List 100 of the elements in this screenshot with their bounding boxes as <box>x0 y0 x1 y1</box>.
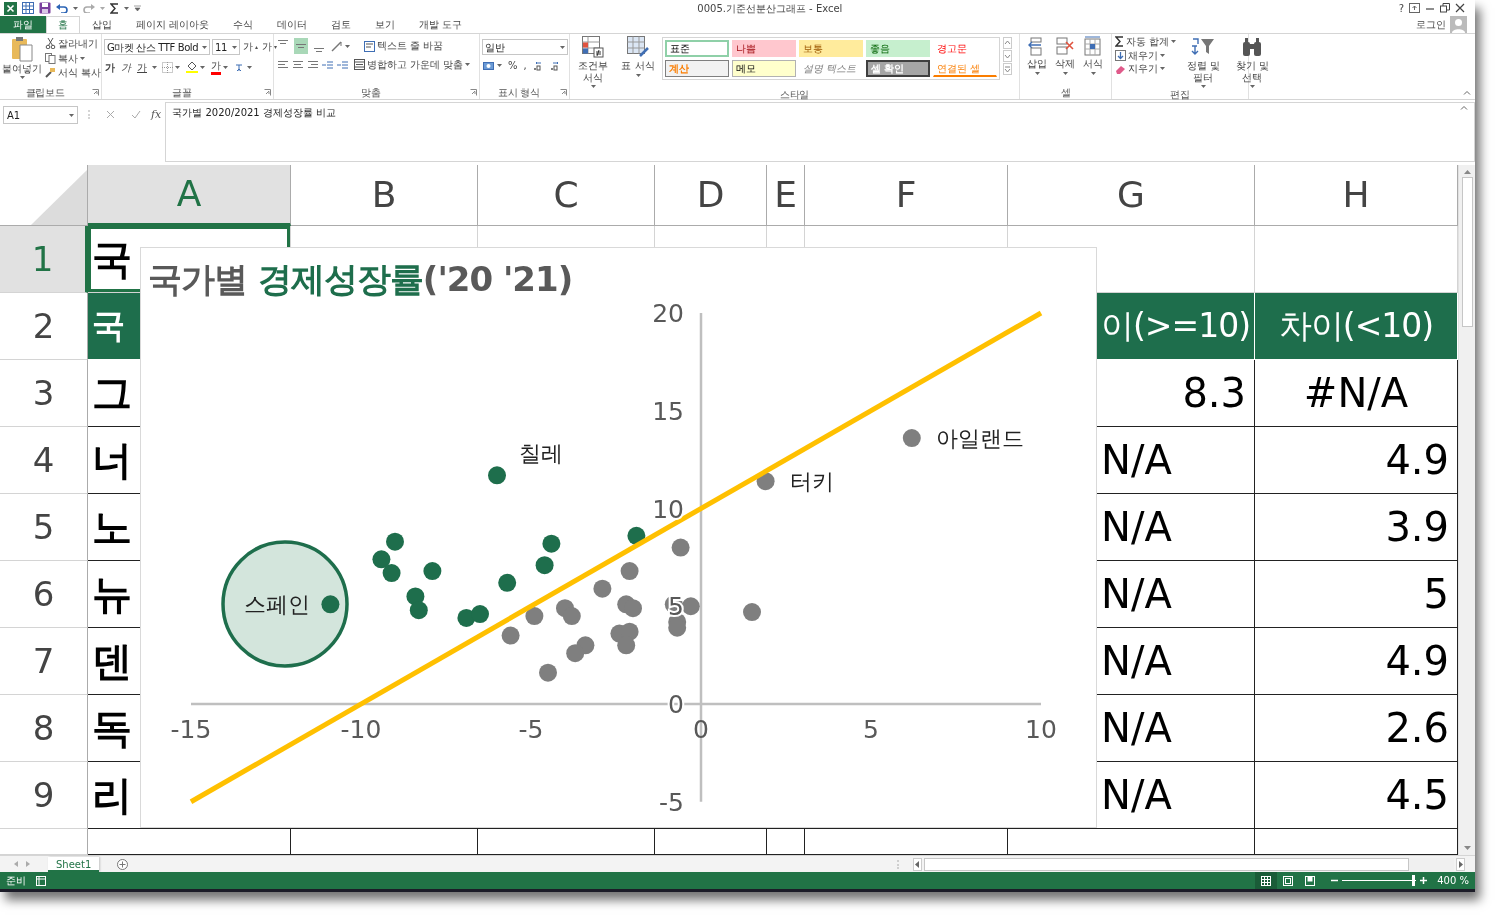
caret-icon[interactable] <box>1160 67 1165 71</box>
paste-button[interactable]: 붙여넣기 <box>2 36 42 86</box>
caret-icon[interactable] <box>1034 71 1040 75</box>
caret-icon[interactable] <box>497 64 502 68</box>
gallery-down-icon[interactable] <box>1003 50 1012 62</box>
row-header[interactable]: 9 <box>0 762 88 829</box>
editing-button[interactable]: 정렬 및 필터 <box>1180 36 1227 88</box>
caret-icon[interactable] <box>560 45 565 49</box>
caret-icon[interactable] <box>200 65 205 69</box>
macro-record-icon[interactable] <box>36 875 46 886</box>
merge-center-button[interactable]: 병합하고 가운데 맞춤 <box>353 59 472 71</box>
caret-icon[interactable] <box>590 85 596 88</box>
phonetic-button[interactable] <box>233 61 253 73</box>
caret-icon[interactable] <box>1171 40 1177 44</box>
caret-icon[interactable] <box>202 45 207 49</box>
wrap-text-button[interactable]: 텍스트 줄 바꿈 <box>363 40 445 52</box>
caret-icon[interactable] <box>223 65 228 69</box>
font-size-field[interactable]: 11 <box>212 39 240 55</box>
italic-button[interactable]: 가 <box>120 61 132 73</box>
zoom-level[interactable]: 400 % <box>1437 873 1469 888</box>
number-format-field[interactable]: 일반 <box>482 39 568 55</box>
gallery-more-icon[interactable] <box>1003 63 1012 75</box>
gallery-up-icon[interactable] <box>1003 37 1012 49</box>
scroll-up-icon[interactable] <box>1463 169 1471 175</box>
shrink-font-button[interactable]: 가 <box>261 41 278 53</box>
dialog-launcher-icon[interactable] <box>470 89 477 96</box>
comma-button[interactable]: , <box>522 60 528 72</box>
caret-icon[interactable] <box>1249 85 1255 88</box>
column-header[interactable]: D <box>655 165 767 226</box>
ribbon-tab[interactable]: 검토 <box>319 16 364 33</box>
sign-in-link[interactable]: 로그인 <box>1416 17 1446 32</box>
row-header[interactable]: 6 <box>0 561 88 628</box>
scroll-left-icon[interactable] <box>913 857 922 871</box>
row-header[interactable]: 8 <box>0 695 88 762</box>
dialog-launcher-icon[interactable] <box>264 89 271 96</box>
customize-icon[interactable] <box>134 5 141 11</box>
caret-icon[interactable] <box>232 45 237 49</box>
ribbon-tab[interactable]: 페이지 레이아웃 <box>124 16 222 33</box>
cell-style-option[interactable]: 보통 <box>799 40 863 57</box>
column-header[interactable]: C <box>478 165 655 226</box>
caret-icon[interactable] <box>1200 85 1206 88</box>
add-sheet-icon[interactable] <box>117 858 129 870</box>
format-button[interactable]: 조건부 서식 <box>572 36 614 88</box>
currency-button[interactable] <box>482 60 503 71</box>
ribbon-display-icon[interactable] <box>1409 3 1420 13</box>
orientation-button[interactable] <box>330 40 351 52</box>
caret-icon[interactable] <box>175 65 180 69</box>
name-box[interactable]: A1 <box>3 106 78 124</box>
caret-icon[interactable] <box>124 6 129 10</box>
row-header[interactable]: 5 <box>0 494 88 561</box>
cells-button[interactable]: 삽입 <box>1026 36 1048 86</box>
cell-style-option[interactable]: 표준 <box>665 40 729 57</box>
insert-function-button[interactable]: fx <box>151 106 162 124</box>
zoom-out-icon[interactable] <box>1331 877 1339 884</box>
caret-icon[interactable] <box>152 65 157 69</box>
zoom-in-icon[interactable] <box>1420 877 1428 884</box>
caret-icon[interactable] <box>1062 71 1068 75</box>
caret-icon[interactable] <box>19 75 25 79</box>
excel-logo-icon[interactable] <box>4 1 17 15</box>
close-icon[interactable] <box>1455 3 1465 13</box>
cell-style-option[interactable]: 나쁨 <box>732 40 796 57</box>
row-header[interactable]: 4 <box>0 427 88 494</box>
cells-button[interactable]: 삭제 <box>1054 36 1076 86</box>
editing-button[interactable]: 지우기 <box>1114 63 1178 75</box>
caret-icon[interactable] <box>69 113 74 117</box>
borders-button[interactable] <box>161 61 181 73</box>
column-header[interactable]: F <box>805 165 1008 226</box>
caret-icon[interactable] <box>1160 53 1165 57</box>
view-button[interactable] <box>1255 872 1278 889</box>
column-header[interactable]: E <box>767 165 805 226</box>
caret-icon[interactable] <box>635 73 641 77</box>
table-icon[interactable] <box>22 2 34 14</box>
row-header[interactable]: 1 <box>0 226 88 293</box>
clipboard-button[interactable]: 복사 <box>44 52 103 64</box>
cell-style-option[interactable]: 좋음 <box>866 40 930 57</box>
cells-button[interactable]: 서식 <box>1082 36 1104 86</box>
bold-button[interactable]: 가 <box>104 61 116 73</box>
editing-button[interactable]: 자동 합계 <box>1114 36 1178 48</box>
dialog-launcher-icon[interactable] <box>92 89 99 96</box>
underline-button[interactable]: 가 <box>136 61 148 73</box>
format-button[interactable]: 표 서식 <box>617 36 659 88</box>
vertical-align-button[interactable] <box>294 38 308 54</box>
editing-button[interactable]: 찾기 및 선택 <box>1229 36 1276 88</box>
percent-button[interactable]: % <box>507 60 519 72</box>
align-left-button[interactable] <box>276 61 290 69</box>
column-header[interactable]: A <box>88 165 291 226</box>
dialog-launcher-icon[interactable] <box>560 89 567 96</box>
sum-icon[interactable] <box>1115 36 1124 48</box>
restore-icon[interactable] <box>1440 3 1450 13</box>
caret-icon[interactable] <box>80 56 85 60</box>
fill-color-button[interactable] <box>185 61 206 74</box>
row-header[interactable]: 3 <box>0 360 88 427</box>
align-center-button[interactable] <box>291 61 305 69</box>
sum-icon[interactable] <box>110 2 119 14</box>
column-header[interactable]: B <box>291 165 478 226</box>
vertical-scrollbar[interactable] <box>1458 165 1475 855</box>
help-button[interactable]: ? <box>1398 0 1404 16</box>
scrollbar-thumb[interactable] <box>1461 177 1473 327</box>
zoom-slider[interactable] <box>1342 875 1417 886</box>
grow-font-button[interactable]: 가 <box>242 41 259 53</box>
